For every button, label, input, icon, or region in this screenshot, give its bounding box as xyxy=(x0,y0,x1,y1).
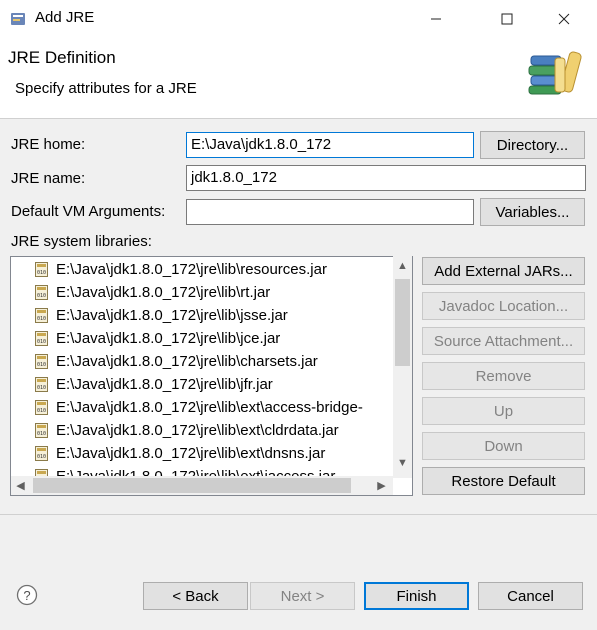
vm-args-input[interactable] xyxy=(186,199,474,225)
remove-button[interactable]: Remove xyxy=(422,362,585,390)
list-item[interactable]: 010 E:\Java\jdk1.8.0_172\jre\lib\jsse.jar xyxy=(11,304,395,327)
list-item[interactable]: 010 E:\Java\jdk1.8.0_172\jre\lib\jfr.jar xyxy=(11,373,395,396)
library-path: E:\Java\jdk1.8.0_172\jre\lib\ext\access-… xyxy=(56,399,363,416)
library-path: E:\Java\jdk1.8.0_172\jre\lib\ext\cldrdat… xyxy=(56,422,339,439)
svg-text:010: 010 xyxy=(37,293,46,299)
scroll-down-arrow-icon[interactable]: ▼ xyxy=(393,453,412,472)
up-button[interactable]: Up xyxy=(422,397,585,425)
scroll-right-arrow-icon[interactable]: ▶ xyxy=(372,476,391,495)
help-icon[interactable]: ? xyxy=(16,584,38,606)
svg-text:010: 010 xyxy=(37,431,46,437)
window-title: Add JRE xyxy=(35,9,95,26)
finish-button[interactable]: Finish xyxy=(364,582,469,610)
jar-file-icon: 010 xyxy=(35,262,48,277)
library-path: E:\Java\jdk1.8.0_172\jre\lib\jsse.jar xyxy=(56,307,288,324)
svg-text:010: 010 xyxy=(37,385,46,391)
svg-text:010: 010 xyxy=(37,408,46,414)
restore-default-button[interactable]: Restore Default xyxy=(422,467,585,495)
jre-name-label: JRE name: xyxy=(11,170,86,187)
down-button[interactable]: Down xyxy=(422,432,585,460)
scroll-up-arrow-icon[interactable]: ▲ xyxy=(393,256,412,275)
source-attachment-button[interactable]: Source Attachment... xyxy=(422,327,585,355)
scroll-left-arrow-icon[interactable]: ◀ xyxy=(11,476,30,495)
library-path: E:\Java\jdk1.8.0_172\jre\lib\resources.j… xyxy=(56,261,327,278)
jar-file-icon: 010 xyxy=(35,354,48,369)
library-path: E:\Java\jdk1.8.0_172\jre\lib\jfr.jar xyxy=(56,376,273,393)
jar-file-icon: 010 xyxy=(35,377,48,392)
library-path: E:\Java\jdk1.8.0_172\jre\lib\charsets.ja… xyxy=(56,353,318,370)
svg-text:010: 010 xyxy=(37,362,46,368)
svg-text:?: ? xyxy=(23,588,30,603)
back-button[interactable]: < Back xyxy=(143,582,248,610)
library-path: E:\Java\jdk1.8.0_172\jre\lib\ext\dnsns.j… xyxy=(56,445,326,462)
directory-button[interactable]: Directory... xyxy=(480,131,585,159)
cancel-button[interactable]: Cancel xyxy=(478,582,583,610)
list-item[interactable]: 010 E:\Java\jdk1.8.0_172\jre\lib\resource… xyxy=(11,258,395,281)
svg-text:010: 010 xyxy=(37,339,46,345)
wizard-header: JRE Definition Specify attributes for a … xyxy=(0,38,597,119)
footer-divider xyxy=(0,514,597,515)
list-item[interactable]: 010 E:\Java\jdk1.8.0_172\jre\lib\ext\cldr… xyxy=(11,419,395,442)
vm-args-label: Default VM Arguments: xyxy=(11,203,166,220)
jar-file-icon: 010 xyxy=(35,331,48,346)
variables-button[interactable]: Variables... xyxy=(480,198,585,226)
minimize-button[interactable] xyxy=(413,0,459,38)
jar-file-icon: 010 xyxy=(35,400,48,415)
horizontal-scroll-thumb[interactable] xyxy=(33,478,351,493)
libraries-label: JRE system libraries: xyxy=(11,233,152,250)
svg-text:010: 010 xyxy=(37,270,46,276)
jar-file-icon: 010 xyxy=(35,308,48,323)
add-external-jars-button[interactable]: Add External JARs... xyxy=(422,257,585,285)
maximize-button[interactable] xyxy=(484,0,530,38)
javadoc-location-button[interactable]: Javadoc Location... xyxy=(422,292,585,320)
list-item[interactable]: 010 E:\Java\jdk1.8.0_172\jre\lib\jce.jar xyxy=(11,327,395,350)
library-path: E:\Java\jdk1.8.0_172\jre\lib\jce.jar xyxy=(56,330,281,347)
next-button[interactable]: Next > xyxy=(250,582,355,610)
jar-file-icon: 010 xyxy=(35,285,48,300)
list-item[interactable]: 010 E:\Java\jdk1.8.0_172\jre\lib\ext\dnsn… xyxy=(11,442,395,465)
header-subtitle: Specify attributes for a JRE xyxy=(15,80,197,97)
library-books-icon xyxy=(528,51,582,95)
close-icon xyxy=(558,13,570,25)
jar-file-icon: 010 xyxy=(35,423,48,438)
library-path: E:\Java\jdk1.8.0_172\jre\lib\rt.jar xyxy=(56,284,271,301)
close-button[interactable] xyxy=(541,0,587,38)
svg-text:010: 010 xyxy=(37,316,46,322)
header-title: JRE Definition xyxy=(8,48,116,67)
vertical-scrollbar[interactable]: ▲ ▼ xyxy=(393,256,412,478)
vertical-scroll-thumb[interactable] xyxy=(395,279,410,366)
app-icon xyxy=(11,13,25,25)
list-item[interactable]: 010 E:\Java\jdk1.8.0_172\jre\lib\ext\acce… xyxy=(11,396,395,419)
svg-text:010: 010 xyxy=(37,454,46,460)
libraries-list[interactable]: 010 E:\Java\jdk1.8.0_172\jre\lib\resource… xyxy=(10,256,413,496)
horizontal-scrollbar[interactable]: ◀ ▶ xyxy=(11,476,393,495)
minimize-icon xyxy=(431,18,441,20)
list-item[interactable]: 010 E:\Java\jdk1.8.0_172\jre\lib\rt.jar xyxy=(11,281,395,304)
jar-file-icon: 010 xyxy=(35,446,48,461)
jre-name-input[interactable]: jdk1.8.0_172 xyxy=(186,165,586,191)
list-item[interactable]: 010 E:\Java\jdk1.8.0_172\jre\lib\charsets… xyxy=(11,350,395,373)
jre-home-input[interactable]: E:\Java\jdk1.8.0_172 xyxy=(186,132,474,158)
title-bar: Add JRE xyxy=(0,0,597,39)
jre-home-label: JRE home: xyxy=(11,136,86,153)
maximize-icon xyxy=(501,13,513,25)
